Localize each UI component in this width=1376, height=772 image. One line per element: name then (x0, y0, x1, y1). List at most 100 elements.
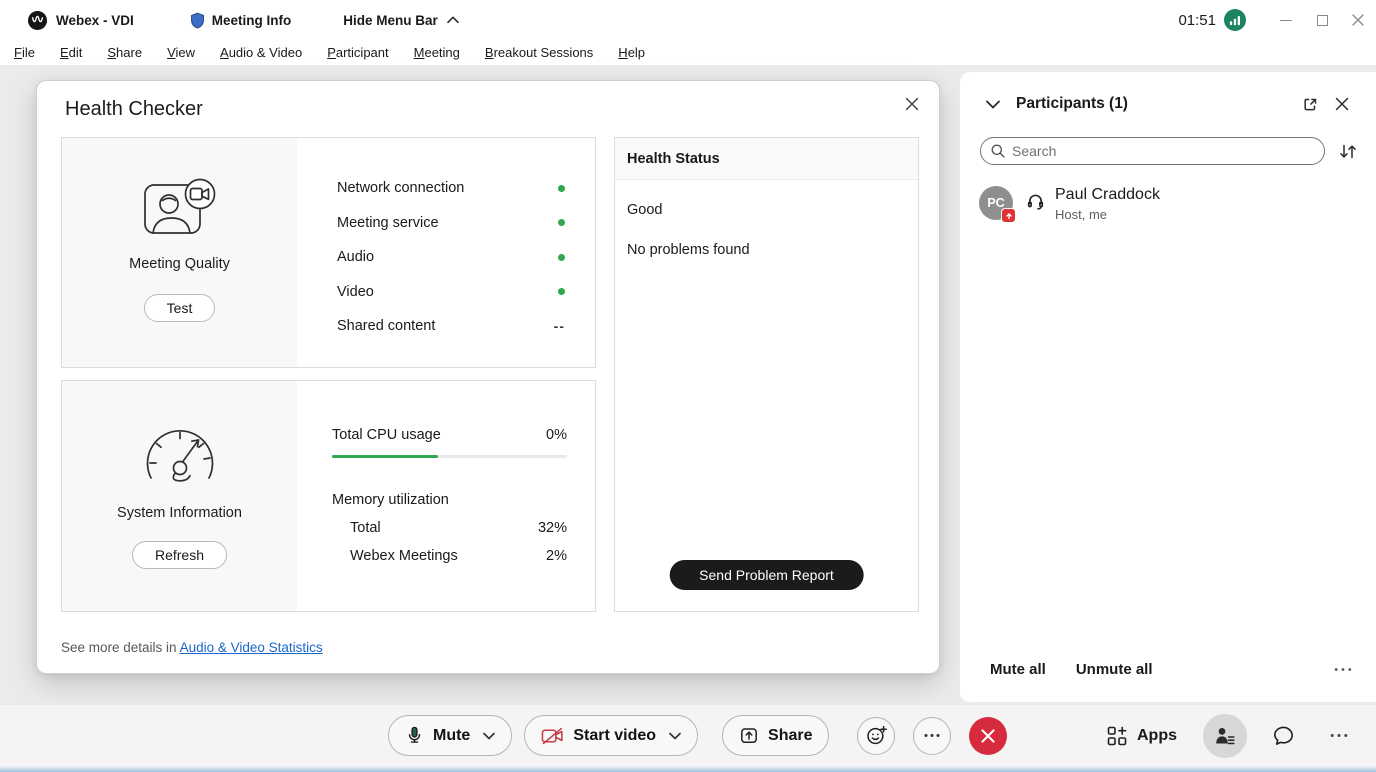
connection-quality-icon[interactable] (1224, 9, 1246, 31)
menu-file[interactable]: File (14, 45, 35, 60)
mute-chevron-down-icon[interactable] (483, 732, 495, 740)
apps-button[interactable]: Apps (1106, 725, 1177, 747)
microphone-icon (405, 726, 424, 745)
participants-more-options-icon[interactable] (1334, 667, 1352, 672)
dialog-footer: See more details in Audio & Video Statis… (61, 640, 323, 655)
participants-search-input[interactable] (980, 137, 1325, 165)
start-video-button[interactable]: Start video (524, 715, 698, 756)
health-status-panel: Health Status Good No problems found Sen… (614, 137, 919, 612)
share-button[interactable]: Share (722, 715, 829, 756)
meeting-info-button[interactable]: Meeting Info (190, 12, 292, 29)
cpu-usage-label: Total CPU usage (332, 427, 441, 443)
participant-avatar: PC (979, 186, 1013, 220)
refresh-button[interactable]: Refresh (132, 541, 227, 569)
unmute-all-button[interactable]: Unmute all (1076, 661, 1153, 678)
meeting-timer: 01:51 (1178, 12, 1216, 29)
meeting-quality-card: Meeting Quality Test Network connection … (61, 137, 596, 368)
cpu-progress-fill (332, 455, 438, 458)
popout-icon[interactable] (1298, 92, 1322, 116)
menu-audio-video[interactable]: Audio & Video (220, 45, 302, 60)
menu-help[interactable]: Help (618, 45, 645, 60)
menu-view[interactable]: View (167, 45, 195, 60)
chat-button[interactable] (1271, 724, 1296, 748)
search-icon (990, 143, 1006, 159)
status-label: Network connection (337, 180, 464, 196)
cpu-progress-bar (332, 455, 567, 458)
participant-row[interactable]: PC Paul Craddock Host, me (960, 182, 1376, 226)
memory-total-value: 32% (538, 520, 567, 536)
more-options-button[interactable] (913, 717, 951, 755)
collapse-chevron-down-icon[interactable] (981, 92, 1005, 116)
memory-webex-label: Webex Meetings (350, 548, 458, 564)
cpu-usage-row: Total CPU usage 0% (332, 427, 567, 443)
memory-webex-row: Webex Meetings 2% (332, 548, 567, 564)
status-row-meeting-service: Meeting service (337, 206, 565, 241)
memory-total-label: Total (350, 520, 381, 536)
meeting-info-label: Meeting Info (212, 13, 292, 28)
mute-all-button[interactable]: Mute all (990, 661, 1046, 678)
hide-menu-bar-label: Hide Menu Bar (343, 13, 438, 28)
webex-logo-icon (28, 11, 47, 30)
status-label: Meeting service (337, 215, 439, 231)
emoji-plus-icon (865, 725, 887, 747)
participants-toggle-button[interactable] (1203, 714, 1247, 758)
menu-edit[interactable]: Edit (60, 45, 82, 60)
status-good-dot (558, 254, 565, 261)
status-list: Network connection Meeting service Audio… (297, 138, 595, 344)
test-button[interactable]: Test (144, 294, 216, 322)
sort-icon[interactable] (1334, 137, 1362, 165)
status-row-shared-content: Shared content -- (337, 309, 565, 344)
leave-meeting-button[interactable] (969, 717, 1007, 755)
health-checker-dialog: Health Checker Meeting Quality Test (36, 80, 940, 674)
chevron-up-icon (447, 16, 459, 24)
status-good-dot (558, 219, 565, 226)
health-status-header: Health Status (615, 138, 918, 180)
dialog-title: Health Checker (65, 98, 203, 121)
control-bar: Mute Start video (0, 705, 1376, 766)
status-row-video: Video (337, 275, 565, 310)
share-label: Share (768, 727, 812, 745)
status-row-audio: Audio (337, 240, 565, 275)
meeting-info-shield-icon (190, 12, 205, 29)
mute-label: Mute (433, 727, 470, 745)
window-close-button[interactable] (1340, 0, 1376, 40)
window-bottom-edge (0, 766, 1376, 772)
apps-grid-icon (1106, 725, 1128, 747)
menu-bar: File Edit Share View Audio & Video Parti… (0, 40, 1376, 65)
app-title: Webex - VDI (56, 13, 134, 28)
status-label: Shared content (337, 318, 435, 334)
status-value: -- (554, 318, 565, 334)
memory-webex-value: 2% (546, 548, 567, 564)
video-chevron-down-icon[interactable] (669, 732, 681, 740)
status-label: Audio (337, 249, 374, 265)
health-status-detail: No problems found (627, 242, 918, 258)
audio-video-statistics-link[interactable]: Audio & Video Statistics (180, 640, 323, 655)
meeting-quality-label: Meeting Quality (129, 256, 230, 272)
dialog-close-button[interactable] (899, 91, 925, 117)
cpu-usage-value: 0% (546, 427, 567, 443)
minimize-button[interactable] (1268, 0, 1304, 40)
participant-role: Host, me (1055, 207, 1160, 222)
system-information-card: System Information Refresh Total CPU usa… (61, 380, 596, 612)
system-gauge-icon (137, 417, 223, 489)
memory-total-row: Total 32% (332, 520, 567, 536)
overflow-menu-button[interactable] (1330, 733, 1348, 738)
title-bar: Webex - VDI Meeting Info Hide Menu Bar 0… (0, 0, 1376, 40)
hide-menu-bar-button[interactable]: Hide Menu Bar (343, 13, 459, 28)
menu-participant[interactable]: Participant (327, 45, 388, 60)
send-problem-report-button[interactable]: Send Problem Report (669, 560, 864, 590)
menu-share[interactable]: Share (107, 45, 142, 60)
headset-icon (1026, 192, 1045, 211)
system-information-label: System Information (117, 505, 242, 521)
menu-meeting[interactable]: Meeting (414, 45, 460, 60)
participants-title: Participants (1) (1016, 95, 1128, 113)
status-label: Video (337, 284, 374, 300)
menu-breakout-sessions[interactable]: Breakout Sessions (485, 45, 593, 60)
reactions-button[interactable] (857, 717, 895, 755)
panel-close-icon[interactable] (1330, 92, 1354, 116)
video-off-icon (541, 727, 564, 745)
status-good-dot (558, 288, 565, 295)
maximize-button[interactable] (1304, 0, 1340, 40)
mute-button[interactable]: Mute (388, 715, 512, 756)
participants-list-icon (1214, 725, 1236, 747)
